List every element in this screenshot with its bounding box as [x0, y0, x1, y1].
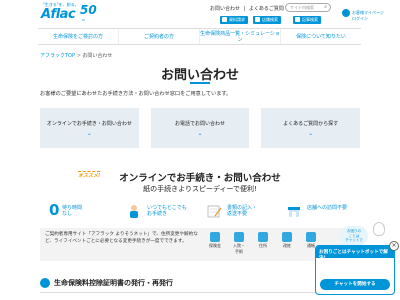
document-icon [222, 17, 227, 22]
procedure-item: 住所 [256, 232, 270, 255]
document-pen-icon [207, 205, 222, 218]
aflac-logo[interactable]: Aflac [41, 7, 76, 22]
document-request-button[interactable]: 資料請求 [220, 16, 248, 24]
hospital-icon [234, 232, 244, 242]
intro-text: お客様のご要望にあわせたお手続き方法・お問い合わせ窓口をご用意しています。 [40, 91, 232, 97]
nav-item-learn[interactable]: 保険について知りたい [281, 29, 361, 44]
feature-no-paperwork: 書類の記入・ 返送不要 [200, 198, 280, 224]
feature-no-wait: 0 待ち時間 なし [40, 198, 120, 224]
chat-header: お困りごとはチャットボットで解決! [316, 246, 394, 261]
feature-no-visit: 店舗への訪問不要 [280, 198, 360, 224]
faq-link[interactable]: よくあるご質問 [249, 6, 284, 12]
store-search-button[interactable]: 店舗検索 [253, 16, 281, 24]
card-online[interactable]: オンラインでお手続き・お問い合わせ ⌄ [40, 108, 139, 148]
divider [40, 292, 360, 293]
section-header[interactable]: 生命保険料控除証明書の発行・再発行 [40, 276, 320, 292]
document-icon [40, 278, 50, 288]
nav-item-considering[interactable]: 生命保険をご検討の方 [38, 29, 119, 44]
procedure-item: 保険金 [208, 232, 222, 255]
procedure-item: 改姓 [280, 232, 294, 255]
chat-bubble[interactable]: お困りの ことは チャットで [340, 226, 368, 246]
contact-cards: オンラインでお手続き・お問い合わせ ⌄ お電話でお問い合わせ ⌄ よくあるご質問… [40, 108, 361, 148]
breadcrumb-home[interactable]: アフラックTOP [40, 53, 75, 59]
card-faq[interactable]: よくあるご質問から探す ⌄ [261, 108, 361, 148]
person-phone-icon [130, 205, 138, 218]
feature-label: 待ち時間 なし [62, 205, 83, 217]
anniversary-logo: 50 [80, 3, 97, 17]
claim-icon [210, 232, 220, 242]
feature-list: 0 待ち時間 なし いつでもどこでも お手続き 書類の記入・ 返送不要 店舗への… [40, 198, 360, 224]
top-links: お問い合わせ | よくあるご質問 [210, 5, 286, 12]
nav-item-products[interactable]: 生命保険商品一覧・シミュレーション [200, 29, 281, 44]
global-nav: 生命保険をご検討の方 ご契約者の方 生命保険商品一覧・シミュレーション 保険につ… [38, 28, 361, 45]
site-header: "生きる"を、創る。 Aflac 50 th お問い合わせ | よくあるご質問 … [0, 0, 400, 28]
store-icon [288, 207, 300, 217]
online-subtitle: 紙の手続きよりスピーディーで便利! [143, 185, 257, 193]
card-phone[interactable]: お電話でお問い合わせ ⌄ [150, 108, 250, 148]
procedure-icons: 保険金 入院・手術 住所 改姓 通帳 [208, 232, 318, 255]
article-icon [295, 17, 300, 22]
card-label: お電話でお問い合わせ [175, 120, 226, 127]
breadcrumb: アフラックTOP > お問い合わせ [40, 52, 112, 59]
breadcrumb-sep: > [76, 53, 81, 59]
zero-number: 0 [49, 201, 60, 219]
contact-link[interactable]: お問い合わせ [210, 6, 240, 12]
user-icon [342, 9, 350, 17]
mypage-login-button[interactable]: お客様マイページ ログイン [342, 3, 386, 25]
card-label: オンラインでお手続き・お問い合わせ [46, 120, 132, 127]
address-icon [258, 232, 268, 242]
title-underline [190, 82, 210, 84]
start-chat-button[interactable]: チャットを開始する [320, 279, 390, 290]
feature-label: いつでもどこでも お手続き [147, 205, 187, 217]
article-search-button[interactable]: 記事検索 [293, 16, 321, 24]
mypage-note: ご契約者専用サイト「アフラック よりそうネット」で、住所変更や解約など、ライフイ… [45, 232, 198, 244]
online-title: オンラインでお手続き・お問い合わせ [119, 173, 281, 184]
separator: | [243, 6, 246, 12]
store-icon [255, 17, 260, 22]
search-input[interactable]: サイト内検索 ⌕ [285, 3, 331, 12]
card-label: よくあるご質問から探す [283, 120, 339, 127]
login-label: お客様マイページ [352, 10, 384, 15]
name-change-icon [282, 232, 292, 242]
login-sub: ログイン [352, 16, 368, 21]
breadcrumb-current: お問い合わせ [82, 53, 113, 59]
feature-label: 書類の記入・ 返送不要 [227, 205, 258, 217]
chevron-down-icon: ⌄ [308, 129, 314, 137]
search-icon[interactable]: ⌕ [324, 4, 327, 10]
page-title: お問い合わせ [160, 68, 239, 83]
nav-item-contractors[interactable]: ご契約者の方 [119, 29, 200, 44]
close-icon[interactable]: × [389, 241, 399, 251]
chevron-down-icon: ⌄ [197, 129, 203, 137]
chevron-down-icon: ⌄ [86, 129, 92, 137]
feature-anywhere: いつでもどこでも お手続き [120, 198, 200, 224]
mascot-icon [373, 222, 385, 236]
bankbook-icon [306, 232, 316, 242]
procedure-item: 入院・手術 [232, 232, 246, 255]
search-placeholder: サイト内検索 [290, 5, 314, 10]
section-title: 生命保険料控除証明書の発行・再発行 [54, 279, 173, 287]
feature-label: 店舗への訪問不要 [307, 205, 348, 211]
chatbot-widget: お困りごとはチャットボットで解決! × チャットを開始する [315, 241, 399, 295]
anniversary-sub: th [82, 18, 86, 22]
